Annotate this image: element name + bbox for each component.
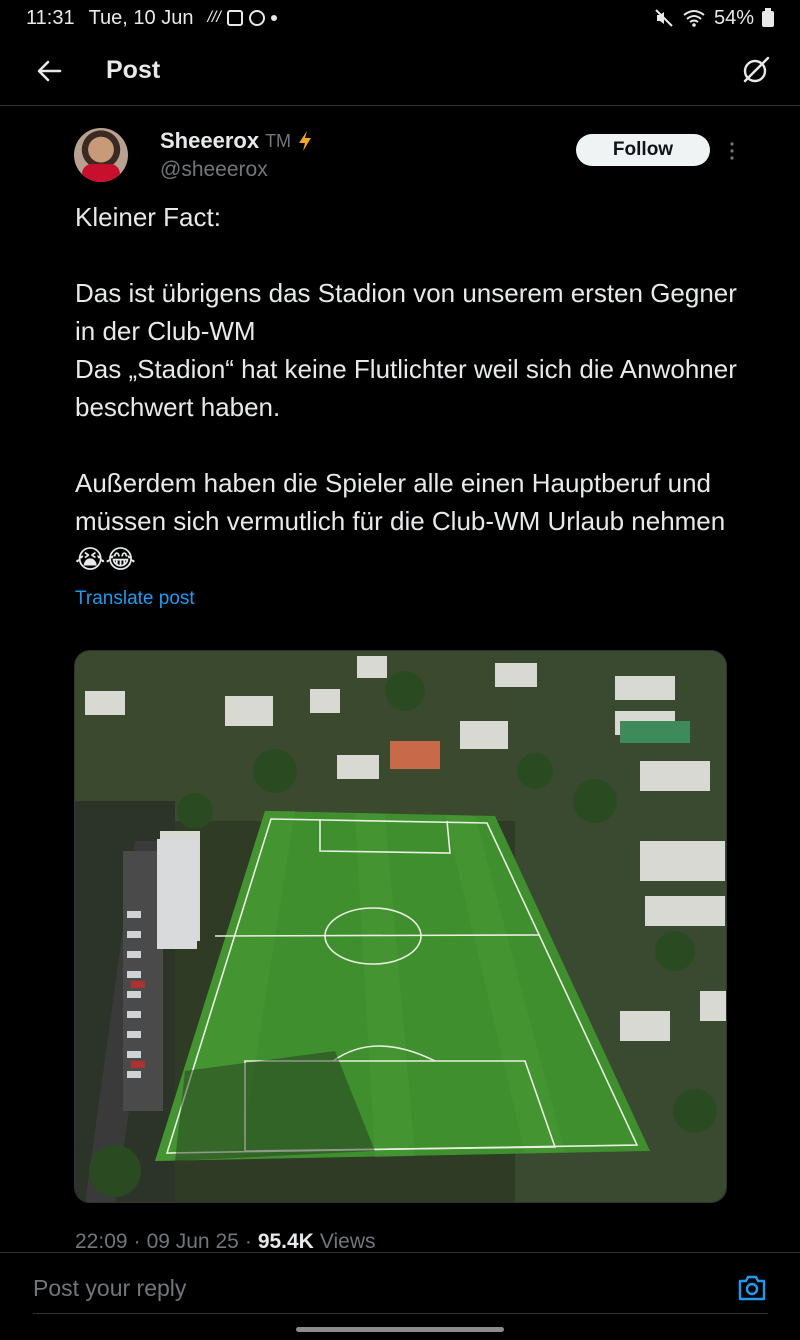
views-count[interactable]: 95.4K	[258, 1230, 314, 1254]
grok-icon[interactable]	[740, 54, 772, 86]
status-date: Tue, 10 Jun	[88, 6, 194, 29]
more-vertical-icon[interactable]	[724, 140, 740, 162]
status-bar: 11:31 Tue, 10 Jun /// 54%	[0, 0, 800, 36]
lightning-bolt-icon	[299, 131, 312, 151]
post-text: Kleiner Fact: Das ist übrigens das Stadi…	[75, 202, 737, 574]
reply-input[interactable]	[33, 1275, 633, 1302]
top-app-bar: Post	[0, 36, 800, 106]
separator: ·	[133, 1230, 141, 1253]
avatar[interactable]	[74, 128, 128, 182]
stadium-aerial-photo	[75, 651, 726, 1202]
gallery-icon	[226, 10, 243, 26]
battery-percent: 54%	[713, 6, 754, 29]
reply-bar	[0, 1252, 800, 1340]
home-indicator[interactable]	[296, 1327, 504, 1332]
wifi-icon	[683, 10, 705, 27]
arrow-left-icon[interactable]	[34, 56, 64, 86]
avatar-shirt	[82, 164, 120, 182]
mute-icon	[655, 9, 673, 27]
page-title: Post	[106, 56, 161, 84]
camera-icon[interactable]	[736, 1273, 768, 1303]
post-timestamp-row: 22:09 · 09 Jun 25 · 95.4K Views	[75, 1230, 376, 1254]
author-badge: TM	[265, 130, 292, 151]
post-date: 09 Jun 25	[146, 1230, 239, 1253]
author-name-row: Sheeerox TM	[160, 128, 313, 154]
follow-button[interactable]: Follow	[576, 134, 710, 166]
post-image[interactable]	[74, 650, 727, 1203]
status-time: 11:31	[26, 6, 75, 29]
more-notifications-icon	[270, 15, 277, 21]
messenger-icon	[248, 10, 265, 26]
author-display-name[interactable]: Sheeerox	[160, 128, 259, 154]
separator: ·	[244, 1230, 252, 1253]
battery-icon	[762, 8, 774, 27]
reply-underline	[33, 1313, 768, 1314]
notification-icons: ///	[207, 9, 277, 27]
author-handle[interactable]: @sheeerox	[160, 158, 268, 182]
wifi-calling-icon: ///	[207, 9, 221, 26]
views-label: Views	[319, 1230, 376, 1253]
post-time: 22:09	[75, 1230, 128, 1253]
translate-post-link[interactable]: Translate post	[75, 588, 195, 610]
